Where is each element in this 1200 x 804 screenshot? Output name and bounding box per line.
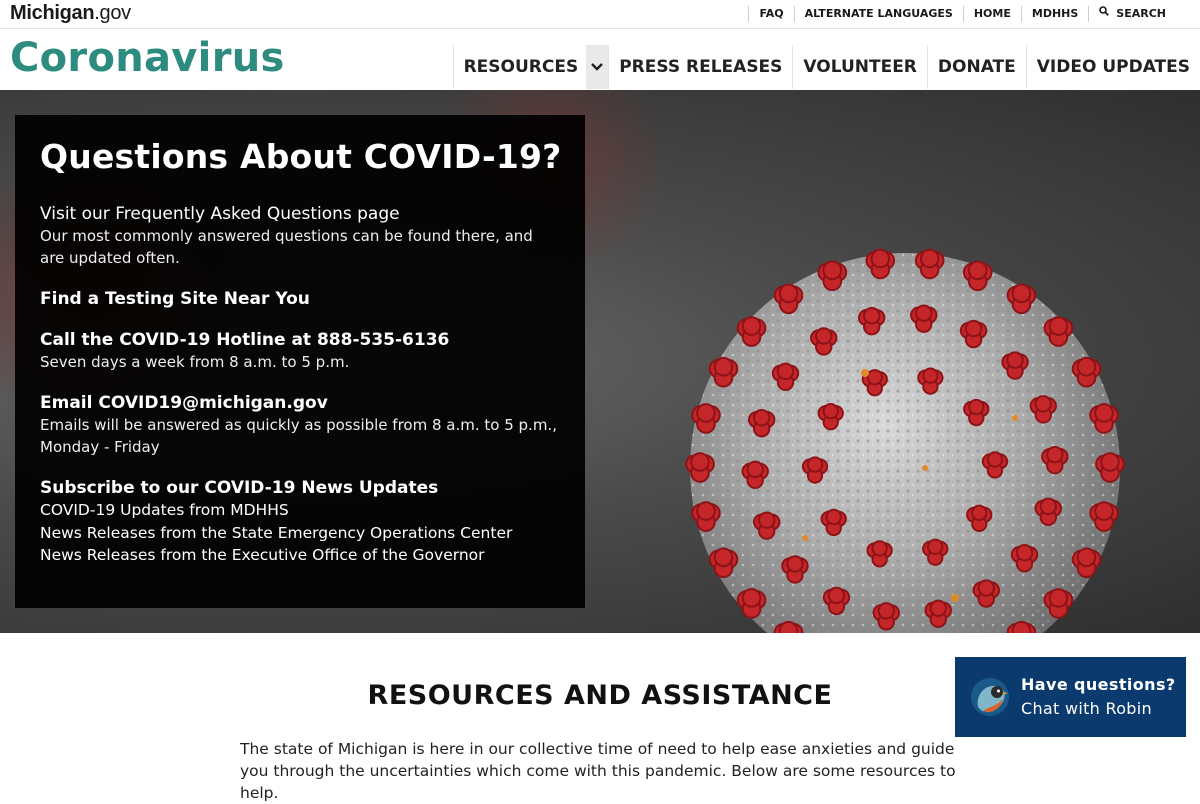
sub-link-seoc[interactable]: News Releases from the State Emergency O… [40, 522, 560, 545]
nav-resources-label: RESOURCES [464, 57, 579, 77]
hotline-section: Call the COVID-19 Hotline at 888-535-613… [40, 329, 560, 373]
utility-bar: Michigan.gov FAQ ALTERNATE LANGUAGES HOM… [0, 0, 1200, 29]
email-section: Email COVID19@michigan.gov Emails will b… [40, 392, 560, 458]
email-description: Emails will be answered as quickly as po… [40, 414, 560, 458]
logo-main: Michigan [10, 2, 94, 24]
subscribe-heading: Subscribe to our COVID-19 News Updates [40, 477, 560, 499]
hero-banner: Questions About COVID-19? Visit our Freq… [0, 90, 1200, 633]
sub-link-governor[interactable]: News Releases from the Executive Office … [40, 544, 560, 567]
nav-press-releases[interactable]: PRESS RELEASES [608, 45, 792, 89]
sub-link-mdhhs[interactable]: COVID-19 Updates from MDHHS [40, 499, 560, 522]
subscribe-section: Subscribe to our COVID-19 News Updates C… [40, 477, 560, 567]
nav-volunteer[interactable]: VOLUNTEER [792, 45, 926, 89]
alternate-languages-link[interactable]: ALTERNATE LANGUAGES [794, 6, 963, 22]
faq-description: Our most commonly answered questions can… [40, 225, 560, 269]
testing-section: Find a Testing Site Near You [40, 288, 560, 310]
search-link[interactable]: SEARCH [1088, 6, 1176, 22]
chat-line-1: Have questions? [1021, 675, 1176, 694]
chevron-down-icon[interactable] [586, 45, 608, 89]
main-header: Coronavirus RESOURCES PRESS RELEASES VOL… [0, 29, 1200, 91]
robin-bird-icon [970, 677, 1010, 717]
search-label: SEARCH [1116, 6, 1166, 22]
questions-panel: Questions About COVID-19? Visit our Freq… [15, 115, 585, 608]
testing-site-link[interactable]: Find a Testing Site Near You [40, 288, 560, 310]
site-title[interactable]: Coronavirus [10, 35, 285, 81]
home-link[interactable]: HOME [963, 6, 1021, 22]
hotline-heading[interactable]: Call the COVID-19 Hotline at 888-535-613… [40, 329, 560, 351]
chat-widget[interactable]: Have questions? Chat with Robin [955, 657, 1186, 737]
nav-donate[interactable]: DONATE [927, 45, 1026, 89]
email-heading[interactable]: Email COVID19@michigan.gov [40, 392, 560, 414]
nav-resources[interactable]: RESOURCES [453, 45, 609, 89]
coronavirus-image [655, 218, 1155, 633]
michigan-gov-logo[interactable]: Michigan.gov [10, 2, 131, 25]
main-nav: RESOURCES PRESS RELEASES VOLUNTEER DONAT… [453, 45, 1200, 89]
utility-nav: FAQ ALTERNATE LANGUAGES HOME MDHHS SEARC… [748, 0, 1176, 28]
hotline-description: Seven days a week from 8 a.m. to 5 p.m. [40, 351, 560, 373]
faq-link[interactable]: FAQ [748, 6, 793, 22]
chat-line-2: Chat with Robin [1021, 699, 1152, 718]
logo-suffix: .gov [94, 2, 131, 24]
faq-section: Visit our Frequently Asked Questions pag… [40, 203, 560, 269]
questions-heading: Questions About COVID-19? [40, 137, 562, 176]
nav-video-updates[interactable]: VIDEO UPDATES [1026, 45, 1200, 89]
resources-description: The state of Michigan is here in our col… [240, 738, 970, 804]
search-icon [1099, 6, 1109, 22]
mdhhs-link[interactable]: MDHHS [1021, 6, 1088, 22]
faq-link[interactable]: Visit our Frequently Asked Questions pag… [40, 203, 560, 225]
